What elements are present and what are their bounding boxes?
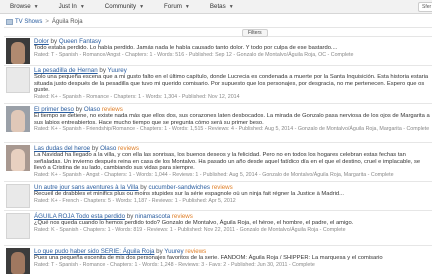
reviews-link[interactable]: reviews — [118, 145, 139, 152]
story-thumbnail[interactable] — [6, 106, 30, 132]
nav-betas[interactable]: Betas ▼ — [200, 0, 244, 14]
chevron-down-icon: ▼ — [33, 3, 39, 10]
story-summary: Todo estaba perdido. Lo había perdido. J… — [34, 45, 338, 51]
story-thumbnail[interactable] — [6, 38, 30, 64]
story-summary: El tiempo se detiene, no existe nada más… — [34, 113, 430, 126]
story-summary: Pues una pequeña escenita de mis dos per… — [34, 255, 383, 261]
portrait-image — [11, 42, 25, 64]
by-label: by — [50, 38, 58, 45]
nav-browse[interactable]: Browse ▼ — [0, 0, 49, 14]
story-item: ÁGUILA ROJA Todo esta perdido by ninamas… — [4, 213, 432, 246]
story-meta: Rated: K+ - French - Chapters: 5 - Words… — [34, 197, 236, 204]
chevron-down-icon: ▼ — [139, 3, 145, 10]
story-author[interactable]: cucumber-sandwiches — [148, 184, 210, 191]
story-summary: Solo una pequeña escena que a mi gusto f… — [34, 74, 429, 94]
filters-button[interactable]: Filters — [242, 29, 268, 37]
nav-browse-label: Browse — [10, 3, 31, 10]
reviews-link[interactable]: reviews — [212, 184, 233, 191]
story-meta: Rated: K+ - Spanish - Angst - Chapters: … — [34, 171, 394, 178]
story-author[interactable]: Olaso — [100, 145, 116, 152]
story-title[interactable]: Lo que pudo haber sido SERIE: Águila Roj… — [34, 248, 154, 255]
by-label: by — [140, 184, 147, 191]
by-label: by — [156, 248, 163, 255]
story-item: Lo que pudo haber sido SERIE: Águila Roj… — [4, 248, 432, 280]
search-input[interactable]: Sfer — [418, 2, 432, 12]
story-item: La pesadilla de Hernan by Yuurey Solo un… — [4, 67, 432, 104]
by-label: by — [99, 67, 106, 74]
story-meta: Rated: K+ - Spanish - Friendship/Romance… — [34, 126, 430, 133]
by-label: by — [91, 145, 99, 152]
story-item: El primer beso by Olaso reviews El tiemp… — [4, 106, 432, 143]
breadcrumb-separator: > — [45, 18, 49, 25]
chevron-down-icon: ▼ — [228, 3, 234, 10]
by-label: by — [126, 213, 134, 220]
filter-bar: Filters — [4, 27, 432, 37]
story-thumbnail[interactable] — [6, 213, 30, 239]
story-summary: Recueil de drabbles et minifics plus ou … — [34, 191, 344, 197]
nav-forum[interactable]: Forum ▼ — [154, 0, 200, 14]
story-thumbnail[interactable] — [6, 67, 30, 93]
top-navigation: Browse ▼ Just In ▼ Community ▼ Forum ▼ Betas… — [0, 0, 432, 14]
story-item: Las dudas del heroe by Olaso reviews La … — [4, 145, 432, 182]
story-meta: Rated: T - Spanish - Romance - Chapters:… — [34, 261, 315, 268]
story-title[interactable]: La pesadilla de Hernan — [34, 67, 98, 74]
portrait-image — [11, 110, 25, 132]
story-summary: ¿Qué nos queda cuando lo hemos perdido t… — [34, 220, 354, 226]
chevron-down-icon: ▼ — [79, 3, 85, 10]
story-summary: La Navidad ha llegado a la villa, y con … — [34, 152, 421, 172]
story-title[interactable]: Un autre jour sans aventures à la Villa — [34, 184, 138, 191]
story-item: Un autre jour sans aventures à la Villa … — [4, 184, 432, 211]
story-meta: Rated: T - Spanish - Romance/Angst - Cha… — [34, 51, 354, 58]
story-author[interactable]: Yuurey — [108, 67, 127, 74]
story-author[interactable]: Queen Fantasy — [59, 38, 101, 45]
story-title[interactable]: Las dudas del heroe — [34, 145, 90, 152]
by-label: by — [75, 106, 83, 113]
reviews-link[interactable]: reviews — [185, 248, 206, 255]
chevron-down-icon: ▼ — [184, 3, 190, 10]
nav-community[interactable]: Community ▼ — [95, 0, 154, 14]
folder-icon — [6, 18, 13, 25]
story-author[interactable]: Olaso — [84, 106, 100, 113]
story-title[interactable]: Dolor — [34, 38, 49, 45]
reviews-link[interactable]: reviews — [172, 213, 193, 220]
story-title[interactable]: ÁGUILA ROJA Todo esta perdido — [34, 213, 125, 220]
breadcrumb-current: Águila Roja — [51, 18, 83, 25]
reviews-link[interactable]: reviews — [102, 106, 123, 113]
story-meta: Rated: K+ - Spanish - Romance - Chapters… — [34, 93, 240, 100]
nav-just-in[interactable]: Just In ▼ — [49, 0, 95, 14]
portrait-image — [11, 149, 25, 171]
story-thumbnail[interactable] — [6, 184, 30, 208]
story-title[interactable]: El primer beso — [34, 106, 74, 113]
story-thumbnail[interactable] — [6, 248, 30, 274]
story-thumbnail[interactable] — [6, 145, 30, 171]
story-meta: Rated: K - Spanish - Chapters: 1 - Words… — [34, 226, 346, 233]
portrait-image — [11, 252, 25, 274]
nav-betas-label: Betas — [209, 3, 226, 10]
nav-community-label: Community — [104, 3, 137, 10]
breadcrumb: TV Shows > Águila Roja — [6, 17, 83, 26]
breadcrumb-tv-shows[interactable]: TV Shows — [15, 19, 42, 25]
nav-forum-label: Forum — [164, 3, 182, 10]
story-author[interactable]: ninamascota — [135, 213, 170, 220]
story-item: Dolor by Queen Fantasy Todo estaba perdi… — [4, 38, 432, 66]
story-author[interactable]: Yuurey — [164, 248, 183, 255]
nav-just-in-label: Just In — [58, 3, 77, 10]
